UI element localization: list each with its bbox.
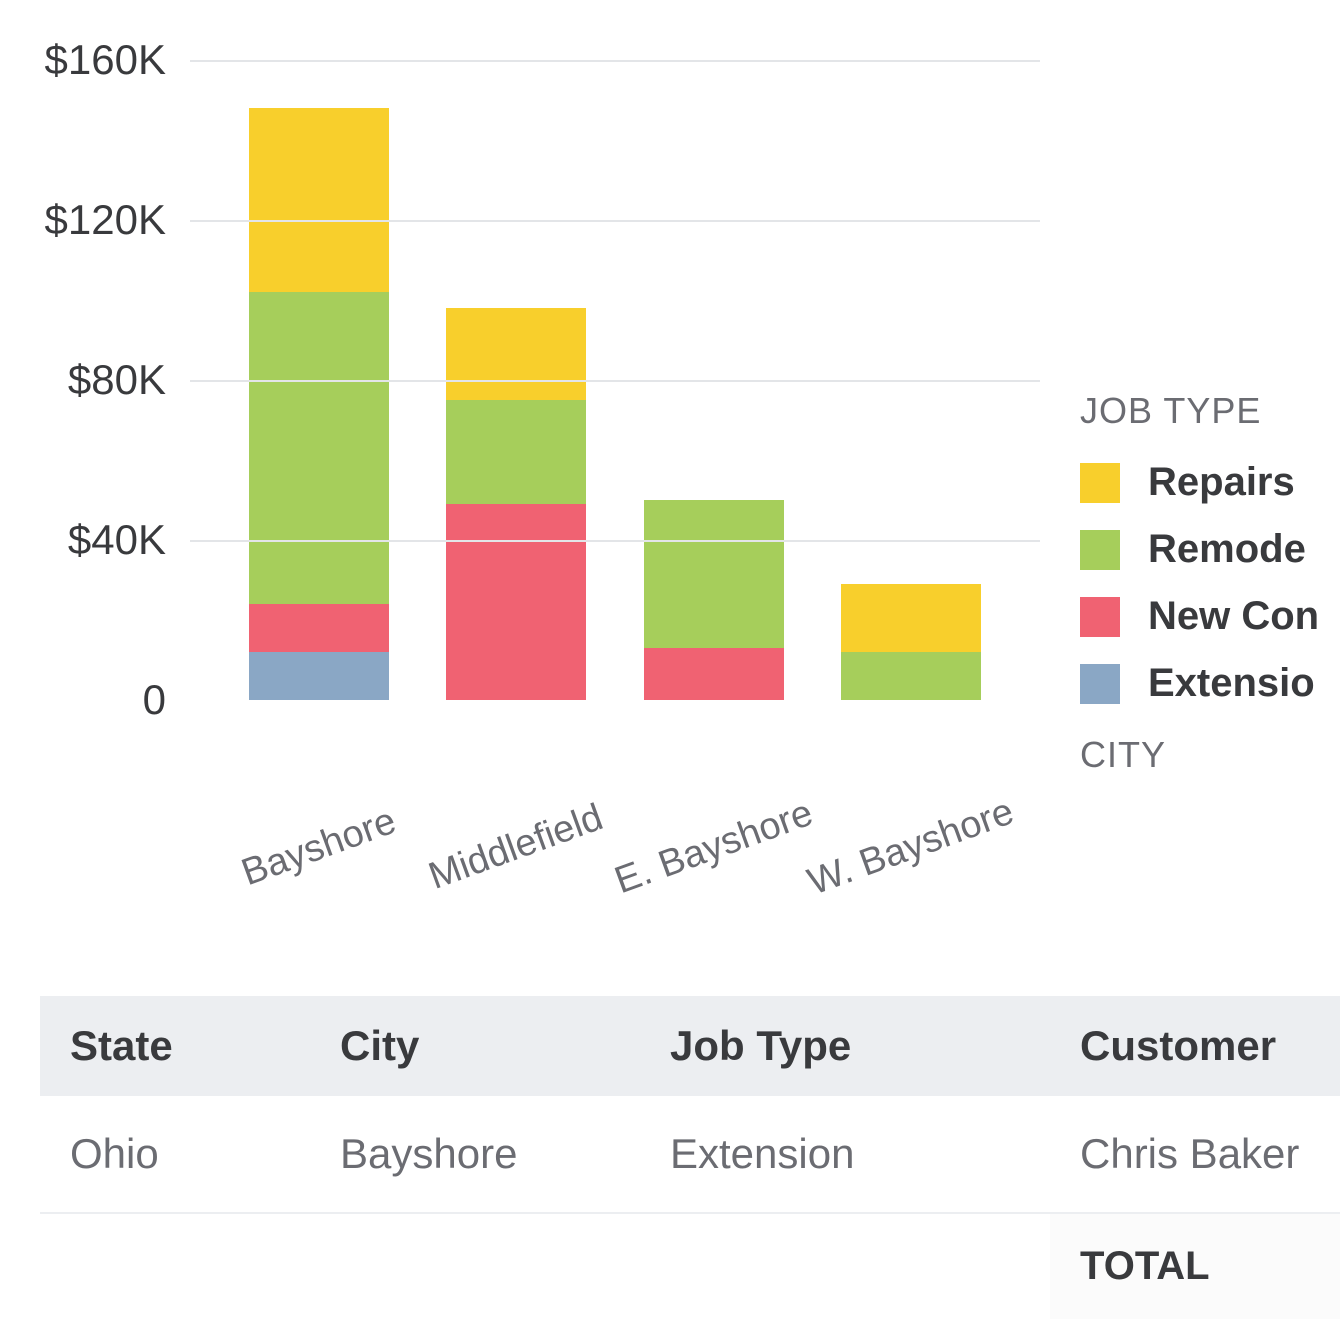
bar-segment[interactable]	[841, 652, 981, 700]
bar-segment[interactable]	[249, 292, 389, 604]
bar-segment[interactable]	[644, 500, 784, 648]
x-axis: BayshoreMiddlefieldE. BayshoreW. Bayshor…	[190, 776, 1040, 916]
grid-line	[190, 380, 1040, 382]
bar-bayshore[interactable]	[249, 108, 389, 700]
bar-segment[interactable]	[249, 652, 389, 700]
footer-total-label: TOTAL	[1050, 1214, 1340, 1319]
legend-item[interactable]: Extensio	[1080, 661, 1319, 706]
legend-swatch	[1080, 463, 1120, 503]
legend-swatch	[1080, 664, 1120, 704]
y-axis: 0$40K$80K$120K$160K	[40, 60, 190, 700]
chart-plot-area	[190, 60, 1040, 700]
grid-line	[190, 60, 1040, 62]
y-tick-label: $80K	[68, 356, 166, 404]
cell-customer: Chris Baker	[1080, 1130, 1310, 1178]
legend-item[interactable]: New Con	[1080, 594, 1319, 639]
y-tick-label: $160K	[45, 36, 166, 84]
legend: JOB TYPE Repairs Remode New Con Extensio CI…	[1080, 60, 1319, 776]
legend-label: Remode	[1148, 527, 1306, 572]
legend-label: Extensio	[1148, 661, 1315, 706]
bar-e-bayshore[interactable]	[644, 500, 784, 700]
bar-segment[interactable]	[446, 400, 586, 504]
col-header-state[interactable]: State	[70, 1022, 340, 1070]
col-header-job-type[interactable]: Job Type	[670, 1022, 1080, 1070]
legend-swatch	[1080, 597, 1120, 637]
y-tick-label: 0	[143, 676, 166, 724]
bar-segment[interactable]	[446, 308, 586, 400]
cell-state: Ohio	[70, 1130, 340, 1178]
legend-item[interactable]: Remode	[1080, 527, 1319, 572]
legend-item[interactable]: Repairs	[1080, 460, 1319, 505]
x-tick-label: Middlefield	[424, 796, 609, 899]
bar-w-bayshore[interactable]	[841, 584, 981, 700]
bar-segment[interactable]	[446, 504, 586, 700]
table-footer: TOTAL	[40, 1212, 1340, 1319]
bar-segment[interactable]	[249, 604, 389, 652]
legend-subtitle: CITY	[1080, 734, 1319, 776]
legend-title: JOB TYPE	[1080, 390, 1319, 432]
bar-segment[interactable]	[249, 108, 389, 292]
y-tick-label: $120K	[45, 196, 166, 244]
table-row[interactable]: Ohio Bayshore Extension Chris Baker	[40, 1096, 1340, 1212]
y-tick-label: $40K	[68, 516, 166, 564]
grid-line	[190, 220, 1040, 222]
x-tick-label: W. Bayshore	[803, 790, 1020, 904]
x-tick-label: E. Bayshore	[609, 792, 818, 903]
legend-swatch	[1080, 530, 1120, 570]
bar-segment[interactable]	[841, 584, 981, 652]
bar-middlefield[interactable]	[446, 308, 586, 700]
grid-line	[190, 540, 1040, 542]
cell-city: Bayshore	[340, 1130, 670, 1178]
col-header-customer[interactable]: Customer	[1080, 1022, 1310, 1070]
cell-job-type: Extension	[670, 1130, 1080, 1178]
col-header-city[interactable]: City	[340, 1022, 670, 1070]
bar-segment[interactable]	[644, 648, 784, 700]
data-table: State City Job Type Customer Ohio Baysho…	[40, 996, 1340, 1319]
table-header-row: State City Job Type Customer	[40, 996, 1340, 1096]
legend-label: Repairs	[1148, 460, 1295, 505]
x-tick-label: Bayshore	[236, 800, 402, 895]
legend-label: New Con	[1148, 594, 1319, 639]
